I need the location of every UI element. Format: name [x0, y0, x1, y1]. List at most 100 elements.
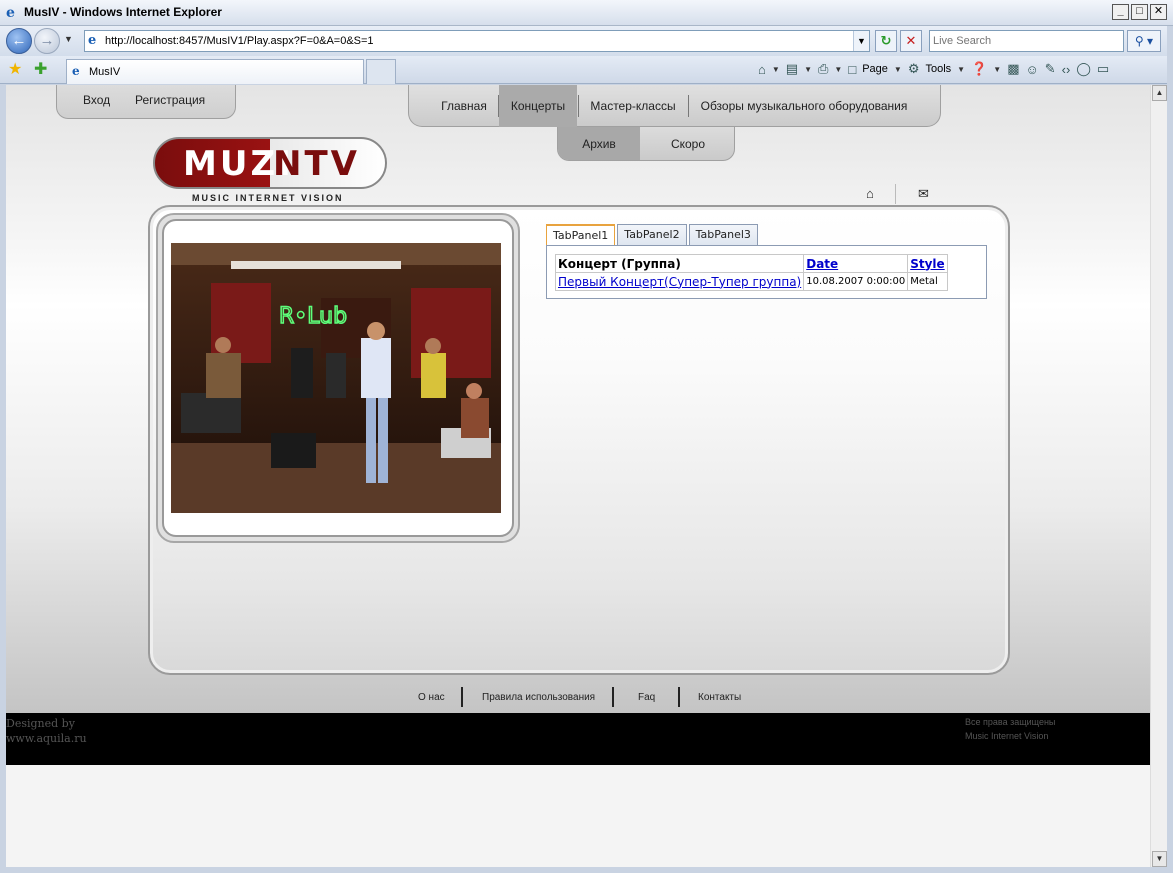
help-dropdown-icon[interactable]: ▼	[993, 65, 1001, 74]
page-menu[interactable]: Page	[862, 63, 888, 75]
footer-link-terms[interactable]: Правила использования	[482, 692, 595, 703]
forward-button[interactable]: →	[34, 28, 60, 54]
video-player[interactable]: R•Lub	[171, 243, 501, 513]
window-title: MusIV - Windows Internet Explorer	[24, 5, 222, 19]
favorites-star-icon[interactable]: ★	[8, 59, 22, 79]
tab-strip: TabPanel1 TabPanel2 TabPanel3	[546, 224, 758, 245]
feeds-dropdown-icon[interactable]: ▼	[804, 65, 812, 74]
maximize-button[interactable]: □	[1131, 4, 1148, 20]
designed-by-link[interactable]: www.aquila.ru	[6, 731, 87, 746]
column-header-concert: Концерт (Группа)	[554, 254, 805, 273]
footer-link-about[interactable]: О нас	[418, 692, 445, 703]
home-icon[interactable]: ⌂	[758, 62, 766, 77]
submenu-item-archive[interactable]: Архив	[558, 127, 640, 160]
research-icon[interactable]: ▩	[1007, 61, 1019, 77]
page-dropdown-icon[interactable]: ▼	[894, 65, 902, 74]
feeds-icon[interactable]: ▤	[786, 61, 798, 77]
history-dropdown-icon[interactable]: ▼	[64, 34, 73, 44]
concerts-table: Концерт (Группа) Date Style Первый Конце…	[554, 254, 948, 291]
print-icon[interactable]: ⎙	[818, 61, 828, 77]
footer-link-contacts[interactable]: Контакты	[698, 692, 741, 703]
site-logo[interactable]: MUZI NTV	[153, 137, 387, 189]
add-favorite-icon[interactable]: ✚	[34, 59, 47, 79]
designed-by: Designed by www.aquila.ru	[6, 716, 87, 746]
table-cell-style: Metal	[907, 272, 948, 291]
menu-divider	[578, 95, 579, 117]
menu-item-home[interactable]: Главная	[433, 85, 495, 127]
tools-gear-icon[interactable]: ⚙	[908, 61, 920, 77]
column-header-style: Style	[907, 254, 948, 273]
ie-logo-icon: e	[6, 5, 15, 21]
messenger-icon[interactable]: ☺	[1025, 62, 1038, 77]
stop-button[interactable]: ✕	[900, 30, 922, 52]
blog-icon[interactable]: ▭	[1097, 61, 1109, 77]
footer-divider	[461, 687, 463, 707]
menu-item-masterclasses[interactable]: Мастер-классы	[581, 85, 685, 127]
copyright: Все права защищены Music Internet Vision	[965, 715, 1055, 743]
icon-divider	[895, 184, 896, 204]
submenu-item-soon[interactable]: Скоро	[640, 127, 734, 160]
logo-text-part2: NTV	[273, 144, 360, 184]
copyright-line2: Music Internet Vision	[965, 731, 1049, 741]
search-button[interactable]: ⚲ ▾	[1127, 30, 1161, 52]
login-link[interactable]: Вход	[83, 93, 110, 107]
scroll-down-icon[interactable]: ▼	[1152, 851, 1167, 867]
concert-link[interactable]: Первый Концерт(Супер-Тупер группа)	[558, 275, 801, 289]
table-cell-date: 10.08.2007 0:00:00	[803, 272, 909, 291]
auth-panel: Вход Регистрация	[56, 85, 236, 119]
designed-by-line1: Designed by	[6, 717, 75, 730]
copyright-line1: Все права защищены	[965, 717, 1056, 727]
tab-panel-2[interactable]: TabPanel2	[617, 224, 687, 245]
new-tab-button[interactable]	[366, 59, 396, 84]
menu-divider	[688, 95, 689, 117]
browser-tab[interactable]: e MusIV	[66, 59, 364, 84]
home-icon[interactable]: ⌂	[866, 186, 874, 201]
sort-by-date-link[interactable]: Date	[806, 257, 838, 271]
code-icon[interactable]: ‹›	[1062, 62, 1071, 77]
navigation-bar: ← → ▼ e ▼ ↻ ✕ ⚲ ▾	[0, 26, 1173, 56]
help-icon[interactable]: ❓	[971, 61, 987, 77]
minimize-button[interactable]: _	[1112, 4, 1129, 20]
address-bar[interactable]: e ▼	[84, 30, 870, 52]
footer-links: О нас Правила использования Faq Контакты	[6, 685, 1150, 709]
footer-divider	[612, 687, 614, 707]
window-right-edge	[1167, 26, 1173, 873]
table-header-row: Концерт (Группа) Date Style	[554, 254, 948, 273]
scroll-up-icon[interactable]: ▲	[1152, 85, 1167, 101]
refresh-button[interactable]: ↻	[875, 30, 897, 52]
page-menu-icon[interactable]: □	[848, 62, 856, 77]
address-input[interactable]	[105, 33, 845, 49]
search-box[interactable]	[929, 30, 1124, 52]
edit-icon[interactable]: ✎	[1045, 61, 1056, 77]
tab-panel-3[interactable]: TabPanel3	[688, 224, 758, 245]
page-icon: e	[88, 33, 97, 48]
print-dropdown-icon[interactable]: ▼	[834, 65, 842, 74]
back-button[interactable]: ←	[6, 28, 32, 54]
search-input[interactable]	[930, 31, 1123, 51]
ie-icon[interactable]: ◯	[1076, 61, 1091, 77]
register-link[interactable]: Регистрация	[135, 93, 205, 107]
video-frame-image: R•Lub	[171, 243, 501, 513]
logo-tagline: MUSIC INTERNET VISION	[192, 193, 344, 203]
sort-by-style-link[interactable]: Style	[910, 257, 944, 271]
tab-title: MusIV	[89, 66, 121, 78]
footer-link-faq[interactable]: Faq	[638, 692, 655, 703]
address-dropdown-icon[interactable]: ▼	[853, 31, 869, 51]
window-titlebar: e MusIV - Windows Internet Explorer _ □ …	[0, 0, 1173, 26]
page-viewport: Вход Регистрация Главная Концерты Мастер…	[6, 85, 1150, 867]
tab-panel-1[interactable]: TabPanel1	[546, 224, 616, 245]
close-button[interactable]: ✕	[1150, 4, 1167, 20]
footer-divider	[678, 687, 680, 707]
menu-item-concerts[interactable]: Концерты	[499, 85, 577, 127]
home-dropdown-icon[interactable]: ▼	[772, 65, 780, 74]
page-blank-area	[6, 765, 1150, 867]
tools-dropdown-icon[interactable]: ▼	[957, 65, 965, 74]
tab-page-icon: e	[72, 64, 80, 78]
mail-icon[interactable]: ✉	[918, 186, 929, 202]
menu-item-equipment-reviews[interactable]: Обзоры музыкального оборудования	[693, 85, 915, 127]
vertical-scrollbar[interactable]: ▲ ▼	[1150, 85, 1167, 867]
tools-menu[interactable]: Tools	[925, 63, 951, 75]
table-row: Первый Концерт(Супер-Тупер группа) 10.08…	[554, 272, 948, 291]
window-controls: _ □ ✕	[1112, 4, 1167, 20]
sub-menu: Архив Скоро	[557, 127, 735, 161]
